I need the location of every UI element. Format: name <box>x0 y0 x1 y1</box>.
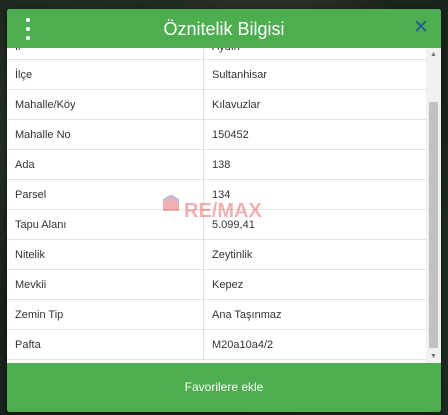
table-row: Pafta M20a10a4/2 <box>7 329 426 360</box>
attribute-key: Tapu Alanı <box>7 209 204 240</box>
attribute-key: Mahalle No <box>7 119 204 150</box>
attribute-key: İlçe <box>7 59 204 90</box>
attribute-info-dialog: Öznitelik Bilgisi ✕ İlAydınİlçeSultanhis… <box>7 9 441 412</box>
scroll-thumb[interactable] <box>429 102 438 348</box>
attribute-key: Pafta <box>7 329 204 360</box>
table-row: İlAydın <box>7 48 426 60</box>
attribute-value: Zeytinlik <box>203 239 426 270</box>
attribute-key: Nitelik <box>7 239 204 270</box>
scroll-down-arrow-icon[interactable]: ▼ <box>426 350 441 363</box>
attribute-key: Mevkii <box>7 269 204 300</box>
table-row: İlçe Sultanhisar <box>7 59 426 90</box>
attribute-value: M20a10a4/2 <box>203 329 426 360</box>
attribute-value: 5.099,41 <box>203 209 426 240</box>
table-row: Ada 138 <box>7 149 426 180</box>
attribute-value: Sultanhisar <box>203 59 426 90</box>
table-row: Mahalle No 150452 <box>7 119 426 150</box>
attribute-table-container[interactable]: İlAydınİlçeSultanhisarMahalle/KöyKılavuz… <box>7 48 426 363</box>
add-to-favorites-button[interactable]: Favorilere ekle <box>7 363 441 412</box>
table-row: Mahalle/Köy Kılavuzlar <box>7 89 426 120</box>
attribute-key: Zemin Tip <box>7 299 204 330</box>
table-row: Nitelik Zeytinlik <box>7 239 426 270</box>
scroll-up-arrow-icon[interactable]: ▲ <box>426 48 441 61</box>
table-row: Tapu Alanı 5.099,41 <box>7 209 426 240</box>
attribute-key: İl <box>7 48 204 60</box>
table-row: Zemin Tip Ana Taşınmaz <box>7 299 426 330</box>
attribute-value: Ana Taşınmaz <box>203 299 426 330</box>
attribute-value: Kepez <box>203 269 426 300</box>
attribute-value: 134 <box>203 179 426 210</box>
attribute-key: Ada <box>7 149 204 180</box>
attribute-value: Kılavuzlar <box>203 89 426 120</box>
table-row: Mevkii Kepez <box>7 269 426 300</box>
attribute-table: İlAydınİlçeSultanhisarMahalle/KöyKılavuz… <box>7 48 426 360</box>
dialog-title: Öznitelik Bilgisi <box>163 19 285 39</box>
attribute-key: Mahalle/Köy <box>7 89 204 120</box>
attribute-value: 138 <box>203 149 426 180</box>
attribute-value: Aydın <box>203 48 426 60</box>
scrollbar[interactable]: ▲ ▼ <box>426 48 441 363</box>
table-row: Parsel 134 <box>7 179 426 210</box>
close-icon[interactable]: ✕ <box>412 18 430 38</box>
dialog-header: Öznitelik Bilgisi ✕ <box>7 9 441 48</box>
attribute-key: Parsel <box>7 179 204 210</box>
attribute-value: 150452 <box>203 119 426 150</box>
